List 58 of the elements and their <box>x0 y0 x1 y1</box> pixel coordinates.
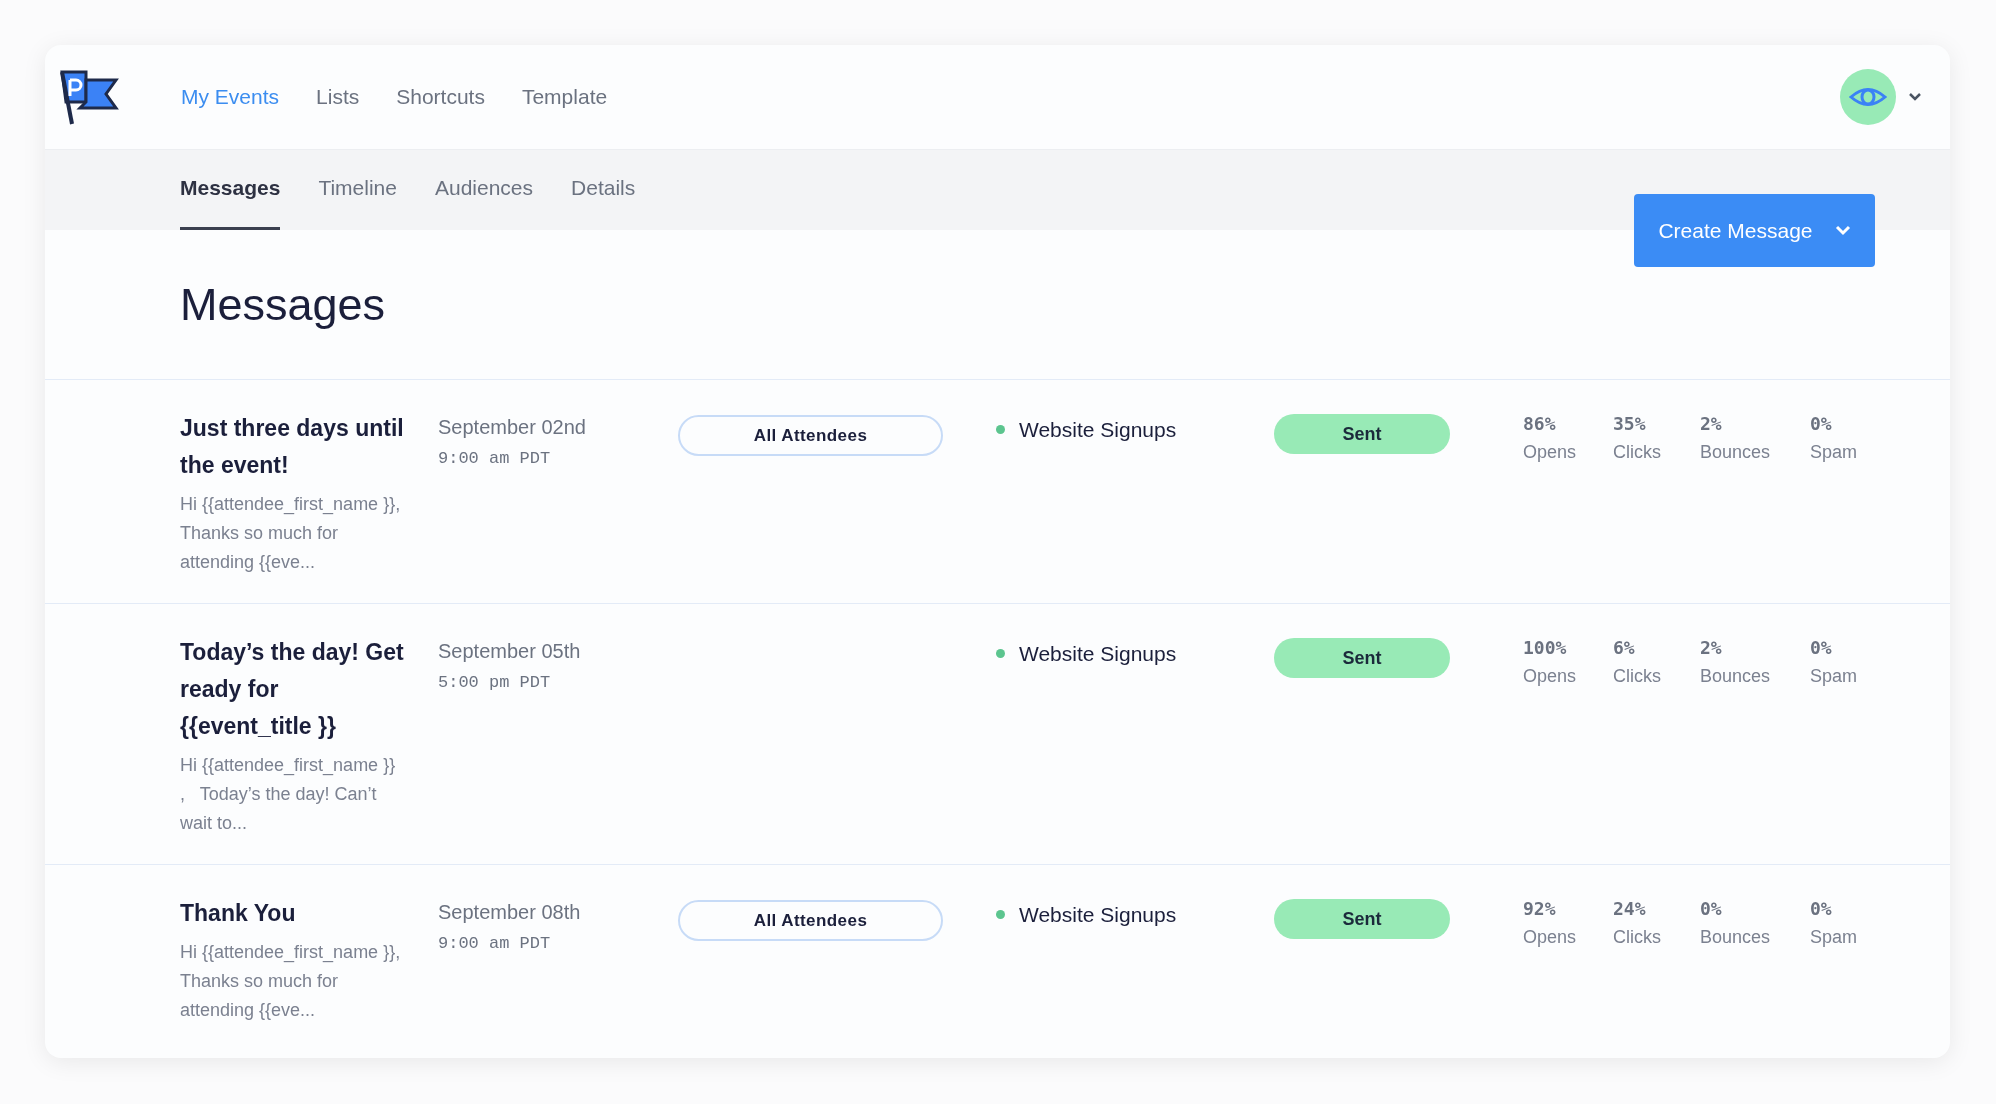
stat-label: Clicks <box>1613 665 1662 688</box>
stat-label: Spam <box>1810 665 1859 688</box>
stat-value: 0% <box>1810 636 1833 660</box>
stat-value: 35% <box>1613 412 1647 436</box>
stat-label: Bounces <box>1700 926 1772 949</box>
page-title: Messages <box>180 277 386 332</box>
list-name: Website Signups <box>1019 902 1177 928</box>
stat-label: Spam <box>1810 441 1859 464</box>
eye-icon <box>1849 86 1887 108</box>
status-badge: Sent <box>1274 414 1450 454</box>
avatar[interactable] <box>1840 69 1896 125</box>
message-time: 9:00 am PDT <box>438 933 552 955</box>
tab[interactable]: Messages <box>180 150 281 230</box>
nav-link[interactable]: My Events <box>181 81 280 113</box>
audience-pill[interactable]: All Attendees <box>678 900 943 941</box>
stat-value: 24% <box>1613 897 1647 921</box>
stat-value: 2% <box>1700 636 1723 660</box>
message-preview: Hi {{attendee_first_name }}, Thanks so much for attending {{eve... <box>180 941 402 1022</box>
stat-value: 0% <box>1810 897 1833 921</box>
stat-value: 92% <box>1523 897 1557 921</box>
nav-link[interactable]: Lists <box>316 81 360 113</box>
stat-value: 6% <box>1613 636 1636 660</box>
stat-label: Opens <box>1523 665 1578 688</box>
message-title[interactable]: Today’s the day! Get ready for {{event_title }} <box>180 634 405 745</box>
tab[interactable]: Details <box>571 150 636 230</box>
message-preview: Hi {{attendee_first_name }}, Thanks so much for attending {{eve... <box>180 493 402 574</box>
list-name: Website Signups <box>1019 641 1177 667</box>
tab[interactable]: Timeline <box>318 150 397 230</box>
stat-label: Opens <box>1523 441 1578 464</box>
stat-value: 2% <box>1700 412 1723 436</box>
message-time: 5:00 pm PDT <box>438 672 552 694</box>
message-time: 9:00 am PDT <box>438 448 552 470</box>
tab[interactable]: Audiences <box>435 150 534 230</box>
nav-link[interactable]: Template <box>521 81 608 113</box>
message-date: September 08th <box>438 900 582 925</box>
stat-value: 100% <box>1523 636 1568 660</box>
nav-link[interactable]: Shortcuts <box>396 81 485 113</box>
status-badge: Sent <box>1274 899 1450 939</box>
stat-label: Spam <box>1810 926 1859 949</box>
message-title[interactable]: Just three days until the event! <box>180 410 405 484</box>
list-name: Website Signups <box>1019 417 1177 443</box>
chevron-down-icon[interactable] <box>1908 92 1922 102</box>
stat-value: 86% <box>1523 412 1557 436</box>
stat-value: 0% <box>1700 897 1723 921</box>
stat-label: Clicks <box>1613 926 1662 949</box>
create-message-button[interactable]: Create Message <box>1634 194 1875 267</box>
message-preview: Hi {{attendee_first_name }} , Today’s the day! Can’t wait to... <box>180 754 397 835</box>
stat-label: Clicks <box>1613 441 1662 464</box>
chevron-down-icon <box>1834 225 1851 236</box>
stat-label: Bounces <box>1700 665 1772 688</box>
audience-pill[interactable]: All Attendees <box>678 415 943 456</box>
stat-label: Bounces <box>1700 441 1772 464</box>
message-date: September 05th <box>438 639 582 664</box>
status-badge: Sent <box>1274 638 1450 678</box>
stat-value: 0% <box>1810 412 1833 436</box>
stat-label: Opens <box>1523 926 1578 949</box>
message-title[interactable]: Thank You <box>180 895 405 932</box>
message-date: September 02nd <box>438 415 587 440</box>
